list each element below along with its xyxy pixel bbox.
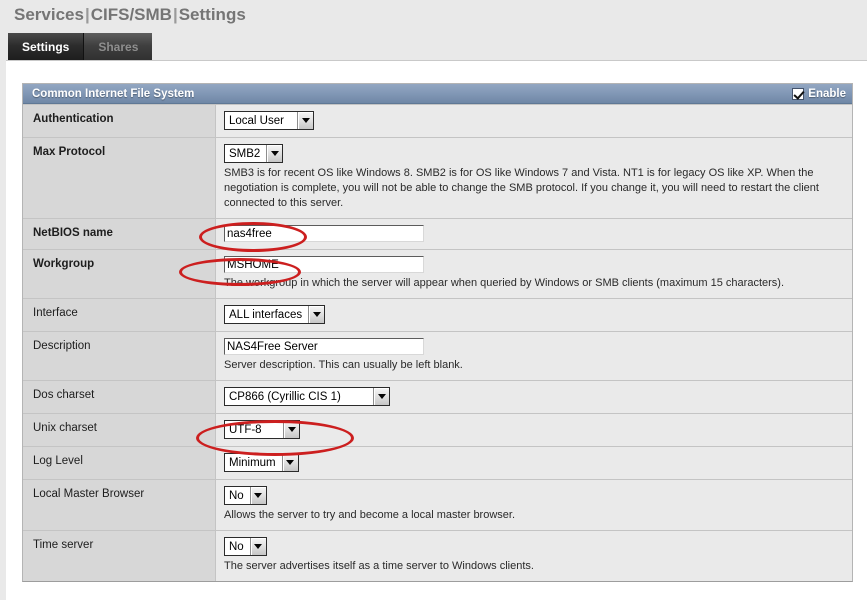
row-dos-charset: Dos charset CP866 (Cyrillic CIS 1) <box>23 380 852 413</box>
row-unix-charset: Unix charset UTF-8 <box>23 413 852 446</box>
field-unix-charset: UTF-8 <box>216 414 852 446</box>
select-interface[interactable]: ALL interfaces <box>224 305 326 324</box>
chevron-down-icon[interactable] <box>297 112 313 129</box>
field-max-protocol: SMB2 SMB3 is for recent OS like Windows … <box>216 138 852 218</box>
label-local-master-browser: Local Master Browser <box>23 480 216 530</box>
chevron-down-icon[interactable] <box>281 454 298 471</box>
select-log-level-value: Minimum <box>229 456 276 469</box>
label-time-server: Time server <box>23 531 216 581</box>
select-interface-value: ALL interfaces <box>229 308 303 321</box>
field-workgroup: The workgroup in which the server will a… <box>216 250 852 298</box>
netbios-name-input[interactable] <box>224 225 424 242</box>
select-unix-charset[interactable]: UTF-8 <box>224 420 300 439</box>
row-authentication: Authentication Local User <box>23 104 852 137</box>
row-max-protocol: Max Protocol SMB2 SMB3 is for recent OS … <box>23 137 852 218</box>
row-netbios-name: NetBIOS name <box>23 218 852 249</box>
field-dos-charset: CP866 (Cyrillic CIS 1) <box>216 381 852 413</box>
select-local-master-browser[interactable]: No <box>224 486 267 505</box>
field-description: Server description. This can usually be … <box>216 332 852 380</box>
label-netbios-name: NetBIOS name <box>23 219 216 249</box>
content-sheet: Common Internet File System Enable Authe… <box>6 60 867 600</box>
breadcrumb-separator-2: | <box>172 5 178 24</box>
label-max-protocol: Max Protocol <box>23 138 216 218</box>
tab-settings[interactable]: Settings <box>8 33 85 61</box>
chevron-down-icon[interactable] <box>283 421 299 438</box>
cifs-settings-panel: Common Internet File System Enable Authe… <box>22 83 853 582</box>
row-time-server: Time server No The server advertises its… <box>23 530 852 581</box>
chevron-down-icon[interactable] <box>266 145 283 162</box>
select-time-server-value: No <box>229 540 244 553</box>
hint-description: Server description. This can usually be … <box>224 359 463 371</box>
label-authentication: Authentication <box>23 105 216 137</box>
select-dos-charset[interactable]: CP866 (Cyrillic CIS 1) <box>224 387 390 406</box>
label-workgroup: Workgroup <box>23 250 216 298</box>
field-local-master-browser: No Allows the server to try and become a… <box>216 480 852 530</box>
select-unix-charset-value: UTF-8 <box>229 423 262 436</box>
select-local-master-browser-value: No <box>229 489 244 502</box>
enable-label: Enable <box>808 87 846 100</box>
field-log-level: Minimum <box>216 447 852 479</box>
select-dos-charset-value: CP866 (Cyrillic CIS 1) <box>229 390 341 403</box>
hint-time-server: The server advertises itself as a time s… <box>224 560 534 572</box>
breadcrumb-part-services: Services <box>14 5 84 24</box>
enable-checkbox-group[interactable]: Enable <box>792 87 846 100</box>
label-unix-charset: Unix charset <box>23 414 216 446</box>
select-max-protocol[interactable]: SMB2 <box>224 144 284 163</box>
select-authentication[interactable]: Local User <box>224 111 314 130</box>
label-interface: Interface <box>23 299 216 331</box>
panel-title-text: Common Internet File System <box>32 87 195 100</box>
row-log-level: Log Level Minimum <box>23 446 852 479</box>
field-netbios-name <box>216 219 852 249</box>
row-workgroup: Workgroup The workgroup in which the ser… <box>23 249 852 298</box>
breadcrumb-separator-1: | <box>84 5 90 24</box>
select-max-protocol-value: SMB2 <box>229 147 261 160</box>
tab-settings-label: Settings <box>22 40 70 54</box>
checkbox-checked-icon[interactable] <box>792 87 805 100</box>
field-time-server: No The server advertises itself as a tim… <box>216 531 852 581</box>
field-interface: ALL interfaces <box>216 299 852 331</box>
hint-workgroup: The workgroup in which the server will a… <box>224 277 785 289</box>
tab-shares-label: Shares <box>98 40 139 54</box>
chevron-down-icon[interactable] <box>373 388 389 405</box>
label-description: Description <box>23 332 216 380</box>
tab-bar: Settings Shares <box>8 33 153 61</box>
tab-shares[interactable]: Shares <box>84 33 153 61</box>
workgroup-input[interactable] <box>224 256 424 273</box>
chevron-down-icon[interactable] <box>249 487 266 504</box>
row-interface: Interface ALL interfaces <box>23 298 852 331</box>
label-dos-charset: Dos charset <box>23 381 216 413</box>
row-local-master-browser: Local Master Browser No Allows the serve… <box>23 479 852 530</box>
hint-max-protocol: SMB3 is for recent OS like Windows 8. SM… <box>224 167 819 209</box>
page-root: Services|CIFS/SMB|Settings Settings Shar… <box>0 0 867 600</box>
select-authentication-value: Local User <box>229 114 284 127</box>
panel-title-bar: Common Internet File System Enable <box>23 84 852 104</box>
select-log-level[interactable]: Minimum <box>224 453 299 472</box>
breadcrumb-part-cifs: CIFS/SMB <box>90 5 172 24</box>
select-time-server[interactable]: No <box>224 537 267 556</box>
row-description: Description Server description. This can… <box>23 331 852 380</box>
chevron-down-icon[interactable] <box>308 306 325 323</box>
breadcrumb: Services|CIFS/SMB|Settings <box>14 5 246 25</box>
hint-local-master-browser: Allows the server to try and become a lo… <box>224 509 516 521</box>
chevron-down-icon[interactable] <box>249 538 266 555</box>
description-input[interactable] <box>224 338 424 355</box>
field-authentication: Local User <box>216 105 852 137</box>
label-log-level: Log Level <box>23 447 216 479</box>
breadcrumb-part-settings: Settings <box>178 5 246 24</box>
